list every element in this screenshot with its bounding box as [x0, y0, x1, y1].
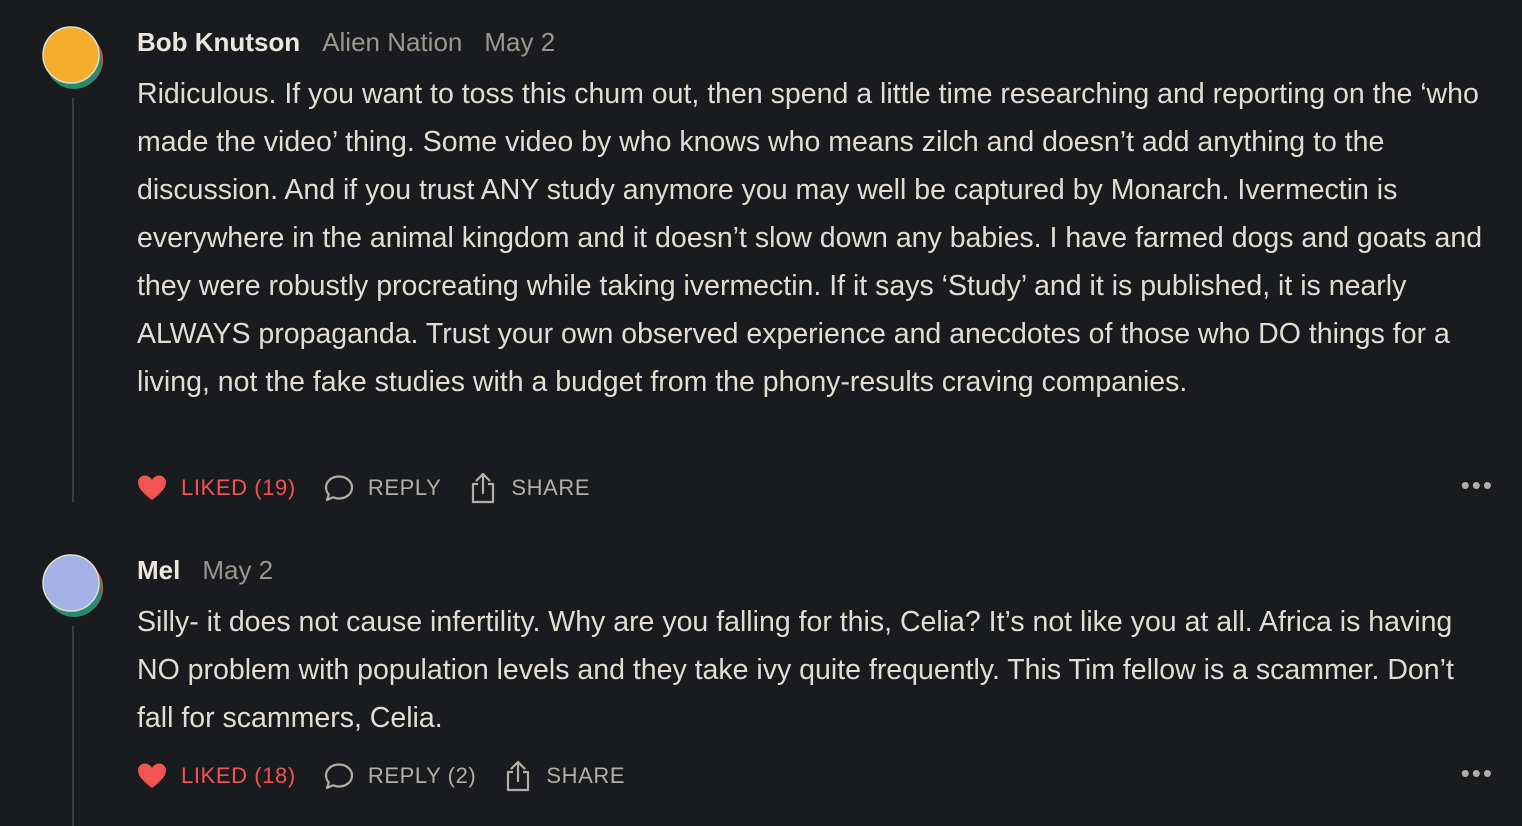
- more-options-icon[interactable]: •••: [1461, 758, 1494, 789]
- reply-button[interactable]: REPLY: [324, 474, 442, 502]
- share-icon: [507, 760, 530, 792]
- avatar[interactable]: [40, 552, 106, 618]
- thread-line: [72, 98, 74, 502]
- comment-meta: Mel May 2: [137, 554, 273, 586]
- reply-label: REPLY (2): [367, 763, 477, 788]
- comment-body: Silly- it does not cause infertility. Wh…: [137, 606, 1454, 734]
- publication-name[interactable]: Alien Nation: [322, 27, 462, 57]
- heart-icon: [138, 475, 166, 500]
- share-icon: [472, 472, 495, 504]
- like-button[interactable]: LIKED (18): [137, 762, 296, 790]
- comment-date[interactable]: May 2: [484, 27, 555, 57]
- author-name[interactable]: Mel: [137, 555, 180, 585]
- comment-date[interactable]: May 2: [202, 555, 273, 585]
- comment-meta: Bob Knutson Alien Nation May 2: [137, 26, 555, 58]
- share-label: SHARE: [511, 475, 591, 500]
- comment-actions: LIKED (18) REPLY (2) SHARE: [137, 760, 653, 792]
- reply-label: REPLY: [367, 475, 442, 500]
- author-name[interactable]: Bob Knutson: [137, 27, 300, 57]
- heart-icon: [138, 763, 166, 788]
- more-options-icon[interactable]: •••: [1461, 470, 1494, 501]
- like-button[interactable]: LIKED (19): [137, 474, 296, 502]
- comment-body: Ridiculous. If you want to toss this chu…: [137, 78, 1483, 398]
- share-button[interactable]: SHARE: [469, 472, 590, 504]
- speech-bubble-icon: [324, 475, 353, 502]
- speech-bubble-icon: [324, 763, 353, 790]
- share-button[interactable]: SHARE: [504, 760, 625, 792]
- reply-button[interactable]: REPLY (2): [324, 762, 477, 790]
- like-label: LIKED (18): [181, 763, 296, 788]
- share-label: SHARE: [546, 763, 626, 788]
- avatar[interactable]: [40, 24, 106, 90]
- comment-actions: LIKED (19) REPLY SHARE: [137, 472, 618, 504]
- like-label: LIKED (19): [181, 475, 296, 500]
- thread-line: [72, 626, 74, 826]
